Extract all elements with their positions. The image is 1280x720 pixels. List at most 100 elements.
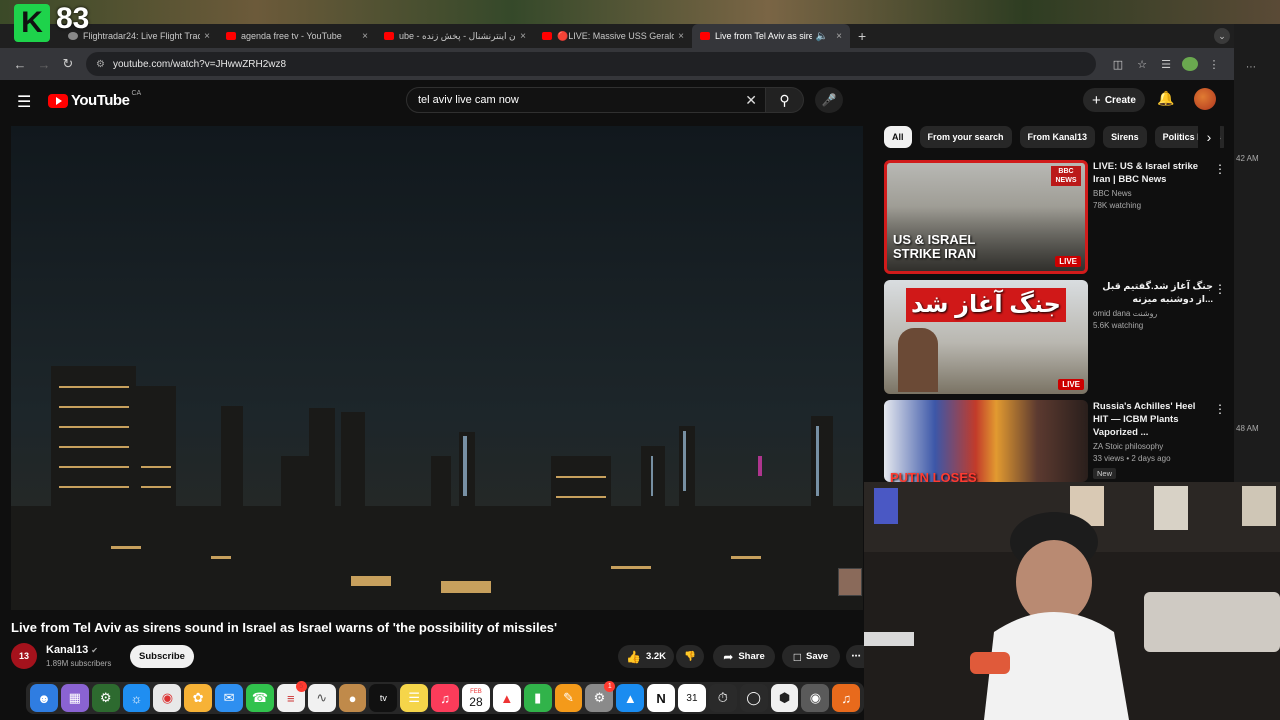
share-button[interactable]: ➦ Save Share (713, 645, 775, 668)
bookmark-star-icon[interactable]: ☆ (1134, 58, 1150, 71)
notion-icon[interactable]: N (647, 684, 676, 712)
safari-icon[interactable]: ☼ (122, 684, 151, 712)
apple-tv-icon[interactable]: tv (369, 684, 398, 712)
tab-close-icon[interactable]: × (678, 31, 684, 42)
account-avatar[interactable] (1194, 88, 1216, 110)
notes-icon[interactable]: ☰ (400, 684, 429, 712)
pages-icon[interactable]: ✎ (554, 684, 583, 712)
chip-from-channel[interactable]: From Kanal13 (1019, 126, 1096, 148)
browser-tab-active[interactable]: Live from Tel Aviv as siren 🔈 × (692, 24, 850, 48)
clear-search-icon[interactable]: ✕ (745, 92, 757, 109)
utility-icon[interactable]: ◉ (801, 684, 830, 712)
recommendation-item[interactable]: PUTIN LOSES Russia's Achilles' Heel HIT … (884, 400, 1226, 482)
site-info-icon[interactable]: ⚙ (96, 59, 105, 70)
music-icon[interactable]: ♫ (431, 684, 460, 712)
hamburger-menu-icon[interactable]: ☰ (17, 92, 31, 112)
channel-name[interactable]: Kanal13 ✔ (46, 644, 98, 656)
forward-arrow-icon[interactable]: → (32, 52, 56, 76)
recommendation-channel[interactable]: omid dana روشنت (1093, 309, 1213, 318)
dislike-button[interactable]: 👎 (676, 645, 704, 668)
search-icon: ⚲ (779, 91, 790, 108)
menu-dots-icon[interactable]: ⋯ (1246, 62, 1256, 73)
tab-close-icon[interactable]: × (836, 31, 842, 42)
search-input[interactable]: tel aviv live cam now ✕ (406, 87, 766, 113)
video-thumbnail[interactable]: PUTIN LOSES (884, 400, 1088, 482)
more-vert-icon[interactable]: ⋮ (1214, 162, 1226, 176)
video-player[interactable] (11, 126, 863, 610)
calendar-icon[interactable]: FEB 28 (462, 684, 490, 712)
desktop-wallpaper (0, 0, 1280, 24)
browser-tab[interactable]: 🔴LIVE: Massive USS Gerald × (534, 24, 692, 48)
create-button[interactable]: + Create (1083, 88, 1145, 112)
country-code: CA (131, 90, 142, 97)
recommendation-channel[interactable]: BBC News (1093, 189, 1213, 198)
browser-tab[interactable]: ube - ایران اینترنشنال - پخش زنده × (376, 24, 534, 48)
browser-tab[interactable]: agenda free tv - YouTube × (218, 24, 376, 48)
finder-icon[interactable]: ☻ (30, 684, 58, 712)
calendar-app-icon[interactable]: 31 (678, 684, 706, 712)
timestamp: 42 AM (1236, 154, 1259, 163)
video-thumbnail[interactable]: جنگ آغاز شد LIVE (884, 280, 1088, 394)
more-vert-icon[interactable]: ⋮ (1214, 402, 1226, 416)
chip-all[interactable]: All (884, 126, 912, 148)
reload-icon[interactable]: ↻ (56, 52, 80, 76)
tab-close-icon[interactable]: × (204, 31, 210, 42)
like-count: 3.2K (645, 651, 667, 662)
address-bar[interactable]: ⚙ youtube.com/watch?v=JHwwZRH2wz8 (86, 52, 1096, 76)
recommendation-item[interactable]: BBC NEWS US & ISRAEL STRIKE IRAN LIVE LI… (884, 160, 1226, 274)
app-icon[interactable]: ● (338, 684, 367, 712)
channel-avatar[interactable]: 13 (11, 643, 37, 669)
more-actions-button[interactable]: ⋯ (846, 645, 866, 668)
garageband-icon[interactable]: ♫ (832, 684, 861, 712)
news-icon[interactable]: ▲ (492, 684, 521, 712)
chrome-icon[interactable]: ◉ (153, 684, 182, 712)
stream-overlay-count: 83 (56, 2, 90, 35)
extensions-icon[interactable]: ☰ (1158, 58, 1174, 71)
save-button[interactable]: □ Save (782, 645, 840, 668)
recommendation-title[interactable]: Russia's Achilles' Heel HIT — ICBM Plant… (1093, 400, 1213, 439)
tab-close-icon[interactable]: × (520, 31, 526, 42)
chevron-right-icon[interactable]: › (1198, 126, 1220, 148)
cast-icon[interactable]: ◫ (1110, 58, 1126, 71)
thumbs-down-icon: 👎 (684, 651, 696, 662)
activity-monitor-icon[interactable]: ⏱ (708, 684, 737, 712)
freeform-icon[interactable]: ∿ (307, 684, 336, 712)
mail-icon[interactable]: ✉ (215, 684, 244, 712)
recommendation-title[interactable]: LIVE: US & Israel strike Iran | BBC News (1093, 160, 1213, 186)
new-badge: New (1093, 468, 1117, 479)
numbers-icon[interactable]: ▮ (523, 684, 552, 712)
browser-menu-icon[interactable]: ⋮ (1206, 58, 1222, 71)
subscribe-button[interactable]: Subscribe (130, 645, 194, 668)
reminders-icon[interactable]: ≡ 5 (276, 681, 307, 712)
app-icon[interactable]: ⚙ (91, 684, 120, 712)
youtube-logo[interactable]: YouTube CA (48, 90, 142, 109)
tab-search-icon[interactable]: ⌄ (1214, 28, 1230, 44)
notification-badge: 1 (604, 681, 616, 692)
live-badge: LIVE (1058, 379, 1084, 390)
search-button[interactable]: ⚲ (766, 87, 804, 113)
recommendation-item[interactable]: جنگ آغاز شد LIVE جنگ آغاز شد.گفتیم قبل ا… (884, 280, 1226, 394)
launchpad-icon[interactable]: ▦ (60, 684, 89, 712)
video-thumbnail[interactable]: BBC NEWS US & ISRAEL STRIKE IRAN LIVE (884, 160, 1088, 274)
voice-search-button[interactable]: 🎤 (815, 87, 843, 113)
tab-close-icon[interactable]: × (362, 31, 368, 42)
new-tab-icon[interactable]: + (858, 28, 866, 44)
recommendation-channel[interactable]: ZA Stoic philosophy (1093, 442, 1213, 451)
more-vert-icon[interactable]: ⋮ (1214, 282, 1226, 296)
notifications-bell-icon[interactable]: 🔔 (1157, 90, 1174, 107)
profile-icon[interactable] (1182, 57, 1198, 71)
obs-icon[interactable]: ◯ (739, 684, 768, 712)
browser-toolbar: ← → ↻ ⚙ youtube.com/watch?v=JHwwZRH2wz8 … (0, 48, 1234, 80)
app-store-icon[interactable]: ▲ (616, 684, 645, 712)
like-button[interactable]: 👍 3.2K (618, 645, 674, 668)
chip-from-your-search[interactable]: From your search (919, 126, 1012, 148)
back-arrow-icon[interactable]: ← (8, 52, 32, 76)
recommendation-meta: 5.6K watching (1093, 321, 1144, 330)
photos-icon[interactable]: ✿ (184, 684, 213, 712)
app-icon[interactable]: ⬢ (770, 684, 799, 712)
speaker-icon[interactable]: 🔈 (816, 31, 828, 42)
settings-icon[interactable]: ⚙ 1 (585, 681, 616, 712)
facetime-icon[interactable]: ☎ (246, 684, 274, 712)
recommendation-title[interactable]: جنگ آغاز شد.گفتیم قبل از دوشنبه میزنه... (1093, 280, 1213, 306)
chip-sirens[interactable]: Sirens (1103, 126, 1147, 148)
